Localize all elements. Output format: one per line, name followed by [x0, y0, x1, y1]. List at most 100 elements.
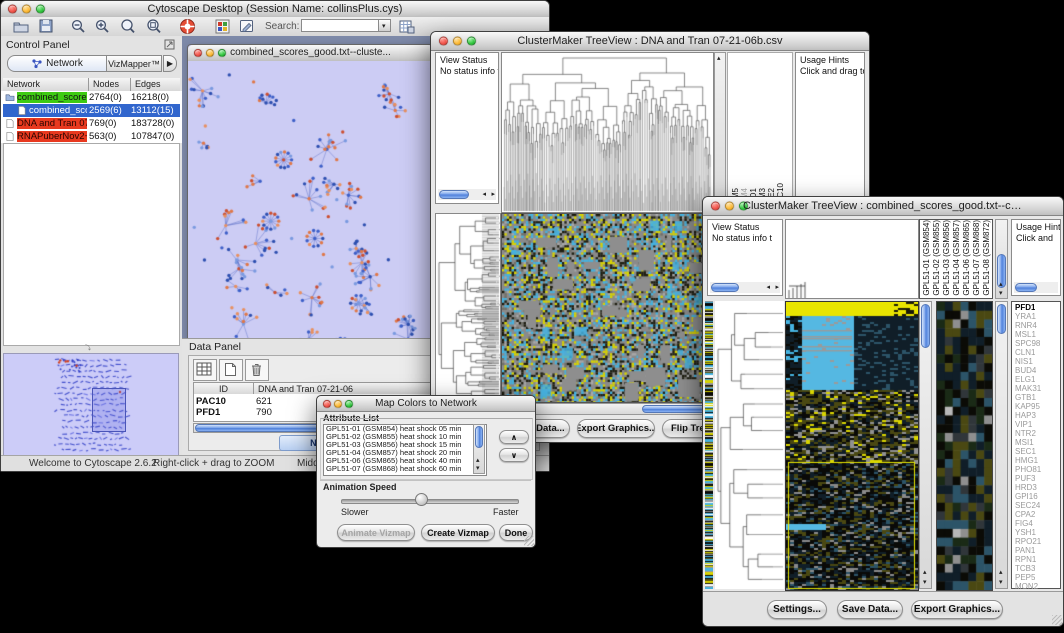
heatmap-column-label[interactable]: GPL51-07 (GSM868): [972, 220, 981, 296]
open-icon[interactable]: [13, 19, 29, 33]
scroll-up-icon[interactable]: ▴: [923, 569, 927, 576]
gene-label[interactable]: PUF3: [1015, 474, 1035, 483]
zoom-in-icon[interactable]: [95, 19, 110, 34]
main-title-bar[interactable]: Cytoscape Desktop (Session Name: collins…: [1, 1, 549, 18]
view-status-hscrollbar[interactable]: ◂ ▸: [710, 282, 780, 293]
gene-label[interactable]: SEC1: [1015, 447, 1036, 456]
tv1-export-graphics-button[interactable]: Export Graphics...: [577, 419, 655, 438]
move-up-button[interactable]: ∧: [499, 430, 529, 444]
value-column-header[interactable]: DNA and Tran 07-21-06: [254, 383, 454, 394]
gene-label[interactable]: RNR4: [1015, 321, 1037, 330]
attribute-list-item[interactable]: GPL51-07 (GSM868) heat shock 60 min: [324, 465, 486, 473]
scroll-left-icon[interactable]: ◂: [766, 284, 770, 291]
network-row[interactable]: combined_scores2764(0)16218(0): [3, 91, 180, 104]
network-row[interactable]: RNAPuberNov2+563(0)107847(0): [3, 130, 180, 143]
gene-label[interactable]: MSL1: [1015, 330, 1036, 339]
scroll-down-icon[interactable]: ▾: [476, 465, 480, 472]
scrollbar-thumb[interactable]: [439, 190, 469, 199]
tv2-labels-vscrollbar[interactable]: ▴ ▾: [995, 219, 1008, 299]
gene-label[interactable]: TCB3: [1015, 564, 1035, 573]
heatmap-column-label[interactable]: GPL51-01 (GSM854): [922, 220, 931, 296]
scroll-down-icon[interactable]: ▾: [923, 579, 927, 586]
gene-label[interactable]: PFD1: [1015, 303, 1035, 312]
treeview1-titlebar[interactable]: ClusterMaker TreeView : DNA and Tran 07-…: [431, 32, 869, 51]
birdseye-viewport-rect[interactable]: [92, 388, 126, 432]
tv1-strip-scrollbar[interactable]: ▴: [714, 52, 726, 213]
attribute-list-item[interactable]: GPL51-06 (GSM865) heat shock 40 min: [324, 457, 486, 465]
create-vizmap-button[interactable]: Create Vizmap: [421, 524, 495, 541]
close-button[interactable]: [323, 400, 331, 408]
speed-slider-thumb[interactable]: [415, 493, 428, 506]
tv2-column-dendrogram[interactable]: [785, 219, 919, 299]
tv2-detail-vscrollbar[interactable]: ▴ ▾: [995, 301, 1008, 589]
gene-label[interactable]: PEP5: [1015, 573, 1035, 582]
new-doc-icon-button[interactable]: [219, 359, 243, 381]
minimize-button[interactable]: [206, 49, 214, 57]
gene-label[interactable]: CLN1: [1015, 348, 1035, 357]
tv2-row-dendrogram[interactable]: [715, 301, 784, 589]
scroll-up-icon[interactable]: ▴: [476, 457, 480, 464]
network-window-1-titlebar[interactable]: combined_scores_good.txt--cluste...: [188, 45, 433, 62]
usage-hints-hscrollbar[interactable]: [1014, 282, 1058, 293]
gene-label[interactable]: GPI16: [1015, 492, 1038, 501]
tv1-row-dendrogram[interactable]: [435, 213, 501, 403]
network-row[interactable]: DNA and Tran 07769(0)183728(0): [3, 117, 180, 130]
col-nodes[interactable]: Nodes: [89, 78, 131, 91]
close-button[interactable]: [8, 5, 17, 14]
gene-label[interactable]: YRA1: [1015, 312, 1036, 321]
scroll-down-icon[interactable]: ▾: [999, 579, 1003, 586]
gene-label[interactable]: PAN1: [1015, 546, 1035, 555]
scroll-right-icon[interactable]: ▸: [775, 284, 779, 291]
table-icon-button[interactable]: [193, 359, 217, 381]
save-icon[interactable]: [39, 19, 53, 33]
tv1-column-dendrogram[interactable]: [501, 52, 714, 213]
attribute-list-item[interactable]: GPL51-03 (GSM856) heat shock 15 min: [324, 441, 486, 449]
gene-label[interactable]: RPO21: [1015, 537, 1041, 546]
scroll-down-icon[interactable]: ▾: [999, 290, 1003, 297]
network-window-1[interactable]: combined_scores_good.txt--cluste...: [187, 44, 434, 376]
scrollbar-thumb[interactable]: [921, 304, 930, 348]
gene-label[interactable]: FIG4: [1015, 519, 1033, 528]
scrollbar-thumb[interactable]: [711, 283, 739, 292]
minimize-button[interactable]: [22, 5, 31, 14]
heatmap-column-label[interactable]: GPL51-02 (GSM855): [932, 220, 941, 296]
tv2-heatmap-vscrollbar[interactable]: ▴ ▾: [919, 301, 932, 589]
tab-vizmapper[interactable]: VizMapper™: [106, 55, 162, 72]
help-lifebuoy-icon[interactable]: [179, 18, 196, 35]
tv2-detail-heatmap[interactable]: [936, 301, 993, 591]
scroll-up-icon[interactable]: ▴: [717, 55, 721, 62]
gene-label[interactable]: RPN1: [1015, 555, 1036, 564]
minimize-button[interactable]: [453, 37, 462, 46]
search-dropdown-button[interactable]: ▾: [378, 19, 391, 32]
tab-network[interactable]: Network: [7, 55, 107, 72]
tv2-settings-button[interactable]: Settings...: [767, 600, 827, 619]
network-row[interactable]: combined_sco2569(6)13112(15): [3, 104, 180, 117]
search-input[interactable]: [301, 19, 381, 32]
zoom-selected-icon[interactable]: [146, 19, 162, 34]
scrollbar-thumb[interactable]: [1015, 283, 1037, 292]
heatmap-column-label[interactable]: GPL51-08 (GSM872): [982, 220, 991, 296]
scroll-up-icon[interactable]: ▴: [999, 281, 1003, 288]
close-button[interactable]: [194, 49, 202, 57]
attribute-list-vscrollbar[interactable]: ▴ ▾: [473, 424, 485, 474]
resize-grip[interactable]: [1052, 615, 1062, 625]
zoom-button[interactable]: [345, 400, 353, 408]
tv2-save-data-button[interactable]: Save Data...: [837, 600, 903, 619]
tv1-heatmap[interactable]: [501, 213, 714, 403]
scrollbar-thumb[interactable]: [475, 426, 483, 448]
delete-icon-button[interactable]: [245, 359, 269, 381]
view-status-hscrollbar[interactable]: ◂ ▸: [438, 189, 496, 200]
zoom-out-icon[interactable]: [71, 19, 86, 34]
heatmap-column-label[interactable]: GPL51-03 (GSM856): [942, 220, 951, 296]
gene-label[interactable]: YSH1: [1015, 528, 1036, 537]
gene-label[interactable]: BUD4: [1015, 366, 1036, 375]
gene-label[interactable]: HMG1: [1015, 456, 1038, 465]
gene-label[interactable]: MAK31: [1015, 384, 1041, 393]
gene-label[interactable]: MSI1: [1015, 438, 1034, 447]
birdseye-panel[interactable]: [3, 353, 179, 463]
attribute-list-item[interactable]: GPL51-04 (GSM857) heat shock 20 min: [324, 449, 486, 457]
col-edges[interactable]: Edges: [131, 78, 180, 91]
speed-slider-track[interactable]: [341, 499, 519, 504]
gene-label[interactable]: PHO81: [1015, 465, 1041, 474]
tab-overflow-button[interactable]: ▶: [163, 55, 177, 72]
